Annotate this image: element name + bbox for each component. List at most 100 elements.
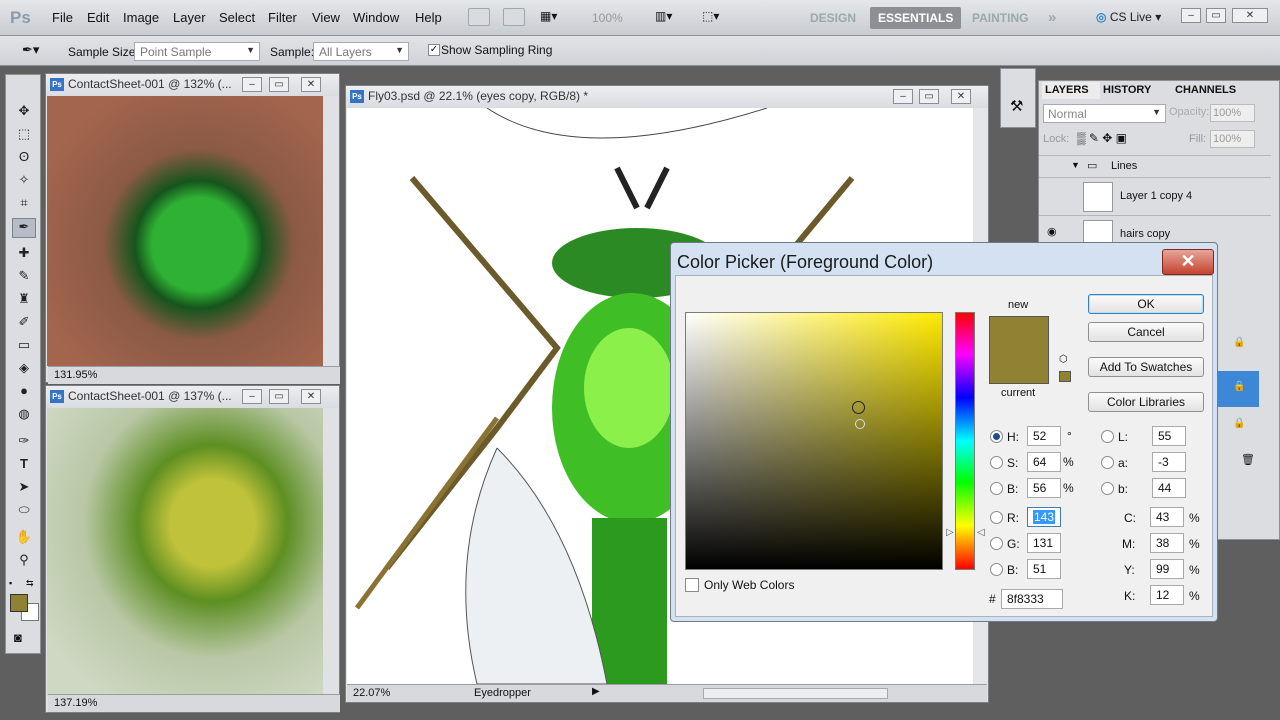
hue-slider-right-arrow-icon[interactable]: ◁ bbox=[977, 527, 985, 538]
brightness-input[interactable]: 56 bbox=[1027, 478, 1061, 498]
layer-row[interactable]: Layer 1 copy 4 bbox=[1039, 177, 1271, 215]
red-input[interactable]: 143 bbox=[1027, 507, 1061, 527]
brush-tool-icon[interactable]: ✎ bbox=[12, 268, 36, 288]
screen-mode-icon[interactable]: ⬚▾ bbox=[702, 9, 719, 23]
bridge-icon[interactable] bbox=[468, 8, 490, 26]
red-radio[interactable] bbox=[990, 511, 1003, 524]
marquee-tool-icon[interactable]: ⬚ bbox=[12, 126, 36, 146]
zoom-level[interactable]: 100% bbox=[592, 11, 623, 25]
fly-photo-side[interactable] bbox=[47, 408, 323, 696]
color-field[interactable] bbox=[685, 312, 943, 570]
eyedropper-tool-icon[interactable]: ✒ bbox=[12, 218, 36, 238]
eyedropper-preset-icon[interactable]: ✒▾ bbox=[22, 42, 39, 58]
brightness-radio[interactable] bbox=[990, 482, 1003, 495]
default-colors-icon[interactable]: ▪ bbox=[9, 578, 12, 588]
only-web-colors-checkbox[interactable] bbox=[685, 578, 699, 592]
arrange-documents-icon[interactable]: ▥▾ bbox=[655, 9, 672, 23]
crop-tool-icon[interactable]: ⌗ bbox=[12, 195, 36, 215]
menu-layer[interactable]: Layer bbox=[173, 10, 206, 25]
quick-mask-icon[interactable]: ◙ bbox=[14, 630, 22, 645]
move-tool-icon[interactable]: ✥ bbox=[12, 103, 36, 123]
eraser-tool-icon[interactable]: ▭ bbox=[12, 337, 36, 357]
hue-input[interactable]: 52 bbox=[1027, 426, 1061, 446]
menu-image[interactable]: Image bbox=[123, 10, 159, 25]
history-brush-tool-icon[interactable]: ✐ bbox=[12, 314, 36, 334]
minimize-button[interactable]: ‒ bbox=[893, 89, 913, 104]
cancel-button[interactable]: Cancel bbox=[1088, 322, 1204, 342]
status-tool-name[interactable]: Eyedropper bbox=[474, 687, 531, 699]
hue-radio[interactable] bbox=[990, 430, 1003, 443]
app-minimize-button[interactable]: ‒ bbox=[1181, 8, 1201, 23]
mini-bridge-icon[interactable] bbox=[503, 8, 525, 26]
blue-radio[interactable] bbox=[990, 563, 1003, 576]
show-sampling-ring-checkbox[interactable]: ✓ bbox=[428, 44, 440, 56]
lab-a-radio[interactable] bbox=[1101, 456, 1114, 469]
restore-button[interactable]: ▭ bbox=[919, 89, 939, 104]
menu-window[interactable]: Window bbox=[353, 10, 399, 25]
ok-button[interactable]: OK bbox=[1088, 294, 1204, 314]
healing-brush-tool-icon[interactable]: ✚ bbox=[12, 245, 36, 265]
horizontal-scrollbar[interactable] bbox=[703, 688, 888, 699]
lab-b-radio[interactable] bbox=[1101, 482, 1114, 495]
sample-select[interactable]: All Layers ▼ bbox=[313, 42, 409, 61]
app-restore-button[interactable]: ▭ bbox=[1206, 8, 1226, 23]
yellow-input[interactable]: 99 bbox=[1150, 559, 1184, 579]
blue-input[interactable]: 51 bbox=[1027, 559, 1061, 579]
zoom-tool-icon[interactable]: ⚲ bbox=[12, 552, 36, 572]
black-input[interactable]: 12 bbox=[1150, 585, 1184, 605]
delete-layer-icon[interactable]: 🗑 bbox=[1241, 453, 1255, 466]
menu-view[interactable]: View bbox=[312, 10, 340, 25]
type-tool-icon[interactable]: T bbox=[12, 456, 36, 476]
saturation-input[interactable]: 64 bbox=[1027, 452, 1061, 472]
tool-presets-icon[interactable]: ⚒ bbox=[1010, 97, 1023, 115]
fly-photo-closeup[interactable] bbox=[47, 96, 323, 366]
view-extras-icon[interactable]: ▦▾ bbox=[540, 9, 570, 25]
swap-colors-icon[interactable]: ⇆ bbox=[26, 578, 34, 589]
lasso-tool-icon[interactable]: ʘ bbox=[12, 149, 36, 169]
paint-bucket-tool-icon[interactable]: ◈ bbox=[12, 360, 36, 380]
gamut-warning-icon[interactable]: ⬡ bbox=[1059, 354, 1068, 365]
blend-mode-select[interactable]: Normal ▼ bbox=[1043, 104, 1166, 123]
menu-help[interactable]: Help bbox=[415, 10, 442, 25]
add-to-swatches-button[interactable]: Add To Swatches bbox=[1088, 357, 1204, 377]
clone-stamp-tool-icon[interactable]: ♜ bbox=[12, 291, 36, 311]
color-libraries-button[interactable]: Color Libraries bbox=[1088, 392, 1204, 412]
tab-history[interactable]: HISTORY bbox=[1103, 82, 1151, 99]
cyan-input[interactable]: 43 bbox=[1150, 507, 1184, 527]
zoom-percent[interactable]: 22.07% bbox=[353, 687, 390, 699]
status-menu-arrow-icon[interactable]: ▶ bbox=[592, 686, 600, 697]
current-color-swatch[interactable] bbox=[989, 350, 1049, 384]
zoom-percent[interactable]: 137.19% bbox=[48, 694, 340, 712]
gamut-color-swatch[interactable] bbox=[1059, 371, 1071, 382]
hue-slider[interactable] bbox=[955, 312, 975, 570]
opacity-input[interactable]: 100% bbox=[1210, 104, 1255, 122]
app-close-button[interactable]: ✕ bbox=[1232, 8, 1268, 23]
zoom-percent[interactable]: 131.95% bbox=[48, 366, 340, 384]
path-select-tool-icon[interactable]: ➤ bbox=[12, 479, 36, 499]
sample-size-select[interactable]: Point Sample ▼ bbox=[134, 42, 260, 61]
workspace-essentials[interactable]: ESSENTIALS bbox=[870, 7, 962, 29]
close-button[interactable]: ✕ bbox=[301, 389, 321, 404]
cs-live-button[interactable]: ◎ CS Live ▾ bbox=[1096, 10, 1161, 24]
minimize-button[interactable]: ‒ bbox=[242, 389, 262, 404]
workspace-painting[interactable]: PAINTING bbox=[964, 7, 1036, 29]
restore-button[interactable]: ▭ bbox=[269, 77, 289, 92]
magenta-input[interactable]: 38 bbox=[1150, 533, 1184, 553]
quick-select-tool-icon[interactable]: ✧ bbox=[12, 172, 36, 192]
eye-visibility-icon[interactable]: ◉ bbox=[1047, 225, 1057, 238]
color-field-cursor[interactable] bbox=[852, 401, 865, 414]
pen-tool-icon[interactable]: ✑ bbox=[12, 433, 36, 453]
dialog-close-button[interactable]: ✕ bbox=[1162, 249, 1214, 275]
tab-channels[interactable]: CHANNELS bbox=[1175, 82, 1236, 99]
layer-group-row[interactable]: ▼ ▭ Lines bbox=[1039, 155, 1271, 177]
workspace-design[interactable]: DESIGN bbox=[802, 7, 864, 29]
hex-input[interactable]: 8f8333 bbox=[1001, 589, 1063, 609]
dodge-tool-icon[interactable]: ● bbox=[12, 383, 36, 403]
fill-input[interactable]: 100% bbox=[1210, 130, 1255, 148]
hue-slider-left-arrow-icon[interactable]: ▷ bbox=[946, 527, 954, 538]
expand-triangle-icon[interactable]: ▼ bbox=[1071, 160, 1080, 170]
layer-row[interactable]: ◉ hairs copy bbox=[1039, 215, 1271, 246]
minimize-button[interactable]: ‒ bbox=[242, 77, 262, 92]
foreground-color-swatch[interactable] bbox=[10, 594, 28, 612]
lab-a-input[interactable]: -3 bbox=[1152, 452, 1186, 472]
